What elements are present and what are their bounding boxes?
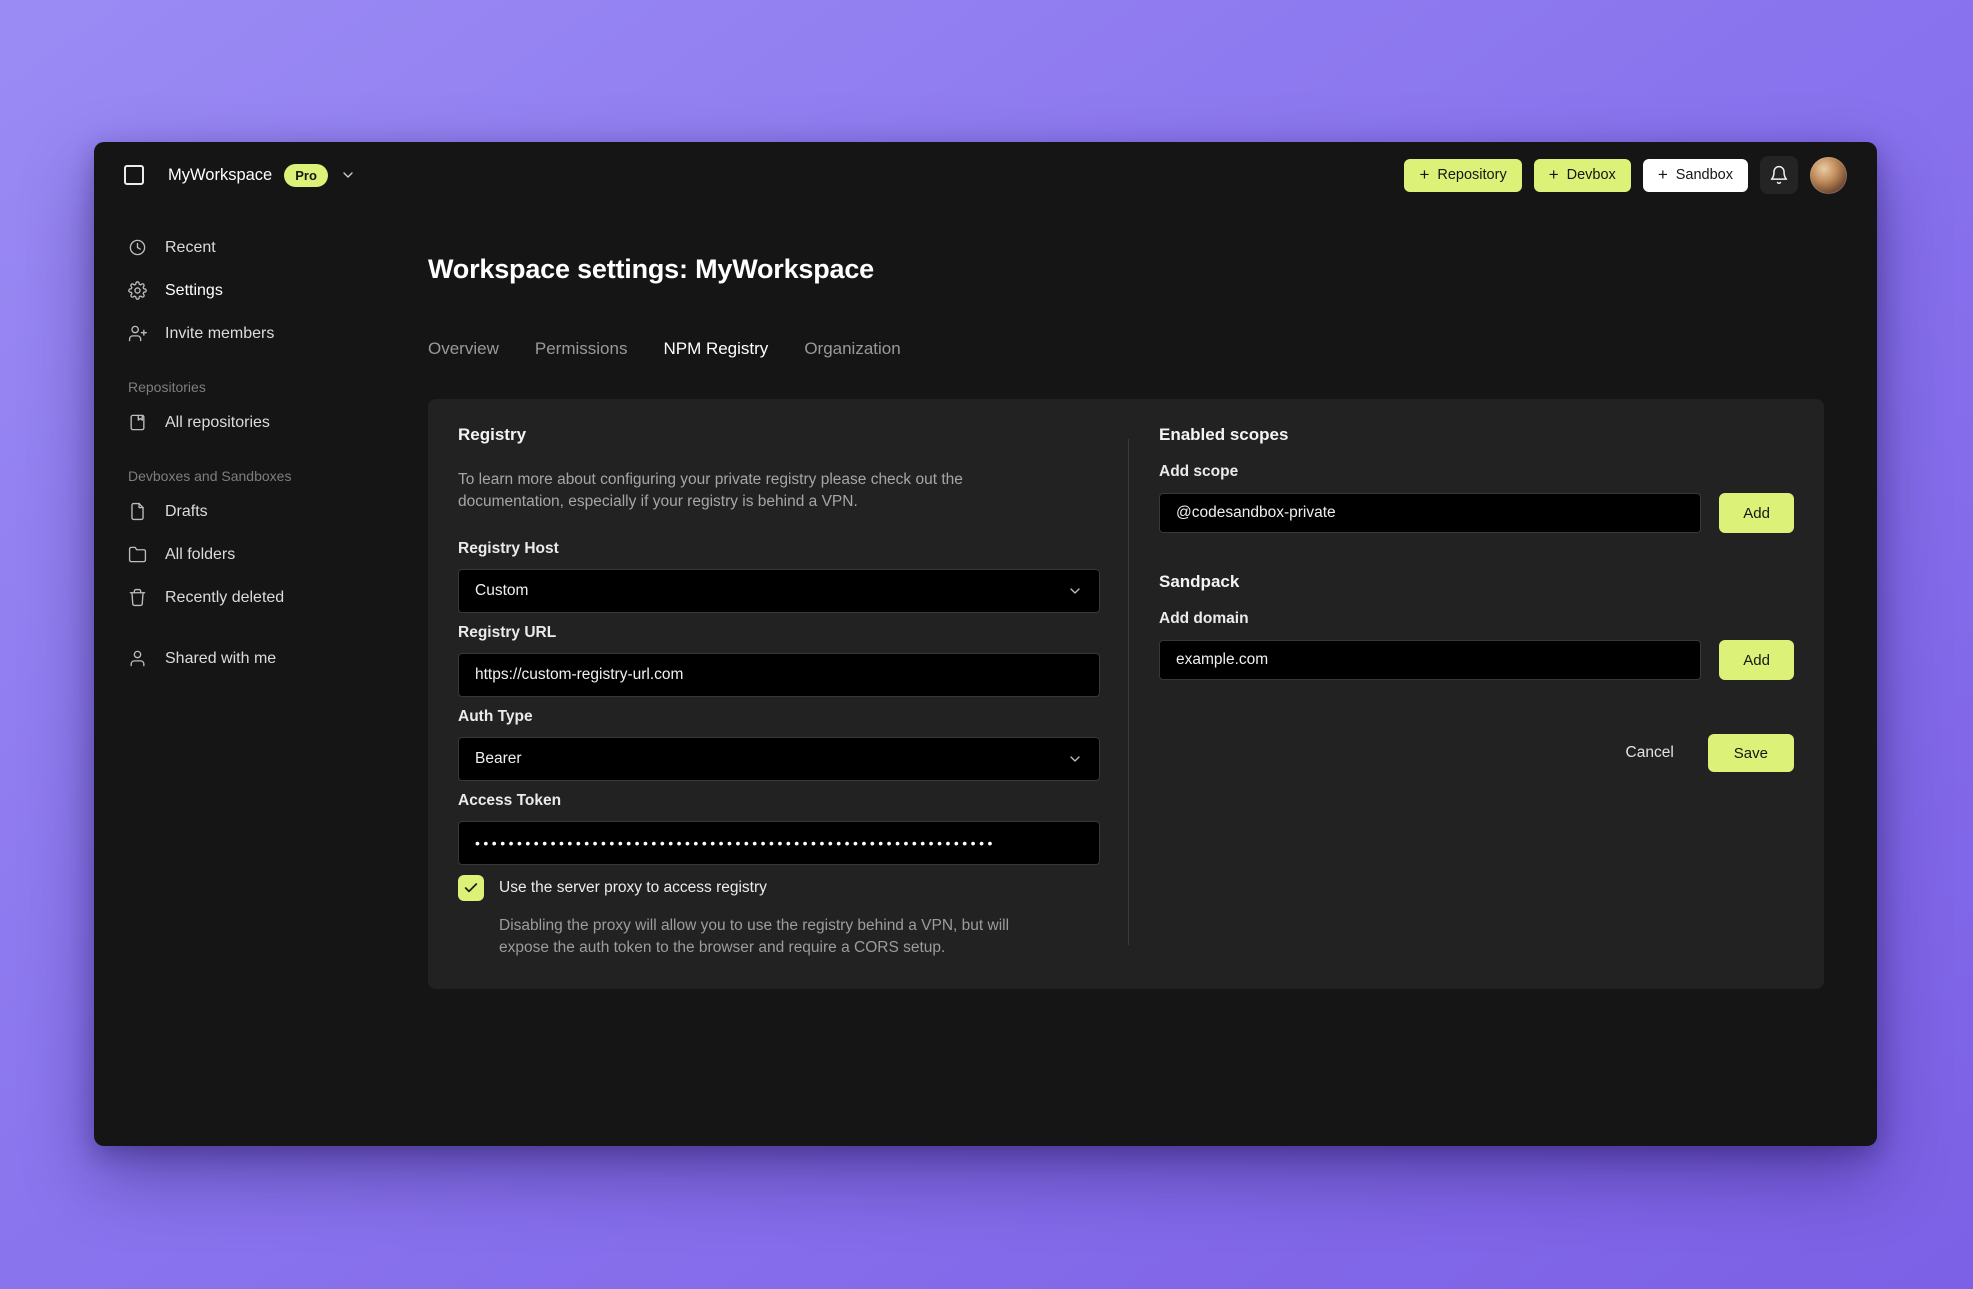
add-scope-input[interactable] bbox=[1159, 493, 1702, 533]
user-plus-icon bbox=[128, 324, 147, 343]
sidebar-item-shared-with-me[interactable]: Shared with me bbox=[128, 637, 394, 680]
app-window: MyWorkspace Pro + Repository + Devbox + … bbox=[94, 142, 1877, 1146]
plus-icon: + bbox=[1548, 165, 1559, 184]
new-sandbox-button[interactable]: + Sandbox bbox=[1642, 158, 1748, 192]
sidebar-item-drafts[interactable]: Drafts bbox=[128, 490, 394, 533]
new-devbox-button[interactable]: + Devbox bbox=[1533, 158, 1631, 192]
file-icon bbox=[128, 502, 147, 521]
add-scope-button[interactable]: Add bbox=[1719, 493, 1794, 533]
clock-icon bbox=[128, 238, 147, 257]
registry-host-value: Custom bbox=[475, 582, 529, 599]
column-divider bbox=[1128, 439, 1129, 945]
proxy-checkbox-row[interactable]: Use the server proxy to access registry bbox=[458, 875, 1100, 901]
access-token-input[interactable] bbox=[458, 821, 1100, 865]
user-icon bbox=[128, 649, 147, 668]
add-domain-input[interactable] bbox=[1159, 640, 1702, 680]
trash-icon bbox=[128, 588, 147, 607]
sidebar-item-label: Recent bbox=[165, 238, 216, 256]
user-avatar[interactable] bbox=[1810, 156, 1847, 194]
add-domain-label: Add domain bbox=[1159, 610, 1249, 627]
registry-url-label: Registry URL bbox=[458, 624, 557, 641]
registry-host-select[interactable]: Custom bbox=[458, 569, 1100, 613]
form-footer: Cancel Save bbox=[1159, 734, 1794, 772]
bell-icon bbox=[1769, 165, 1789, 185]
proxy-checkbox-label: Use the server proxy to access registry bbox=[499, 879, 767, 896]
tab-organization[interactable]: Organization bbox=[804, 339, 900, 359]
proxy-description: Disabling the proxy will allow you to us… bbox=[499, 917, 1010, 956]
tab-permissions[interactable]: Permissions bbox=[535, 339, 628, 359]
workspace-logo-icon bbox=[124, 165, 144, 185]
sidebar-item-label: All repositories bbox=[165, 413, 270, 431]
new-repository-button[interactable]: + Repository bbox=[1404, 158, 1522, 192]
chevron-down-icon bbox=[1067, 751, 1083, 767]
access-token-label: Access Token bbox=[458, 792, 562, 809]
registry-url-input[interactable] bbox=[458, 653, 1100, 697]
tab-npm-registry[interactable]: NPM Registry bbox=[663, 339, 768, 359]
auth-type-select[interactable]: Bearer bbox=[458, 737, 1100, 781]
plan-badge: Pro bbox=[284, 163, 328, 187]
sidebar-item-label: All folders bbox=[165, 545, 236, 563]
main-content: Workspace settings: MyWorkspace Overview… bbox=[428, 208, 1877, 1146]
sidebar-item-all-repositories[interactable]: All repositories bbox=[128, 401, 394, 444]
check-icon bbox=[463, 880, 479, 896]
folder-icon bbox=[128, 545, 147, 564]
sidebar-item-all-folders[interactable]: All folders bbox=[128, 533, 394, 576]
sidebar-item-label: Drafts bbox=[165, 502, 208, 520]
sidebar-item-label: Recently deleted bbox=[165, 588, 285, 606]
sidebar-item-label: Settings bbox=[165, 281, 223, 299]
save-button[interactable]: Save bbox=[1707, 734, 1794, 772]
new-devbox-label: Devbox bbox=[1566, 167, 1616, 183]
new-sandbox-label: Sandbox bbox=[1675, 167, 1733, 183]
workspace-switcher[interactable]: MyWorkspace Pro bbox=[124, 163, 356, 187]
sidebar-item-invite-members[interactable]: Invite members bbox=[128, 312, 394, 355]
sidebar-item-recently-deleted[interactable]: Recently deleted bbox=[128, 576, 394, 619]
scopes-column: Enabled scopes Add scope Add Sandpack Ad… bbox=[1159, 425, 1794, 989]
sidebar-item-label: Invite members bbox=[165, 324, 275, 342]
registry-column: Registry To learn more about configuring… bbox=[458, 425, 1100, 989]
repository-icon bbox=[128, 413, 147, 432]
registry-title: Registry bbox=[458, 425, 527, 444]
settings-tabs: Overview Permissions NPM Registry Organi… bbox=[428, 339, 1877, 359]
add-domain-button[interactable]: Add bbox=[1719, 640, 1794, 680]
plus-icon: + bbox=[1657, 165, 1668, 184]
notifications-button[interactable] bbox=[1760, 156, 1798, 194]
sidebar-item-settings[interactable]: Settings bbox=[128, 269, 394, 312]
auth-type-value: Bearer bbox=[475, 750, 522, 767]
topbar: MyWorkspace Pro + Repository + Devbox + … bbox=[94, 142, 1877, 208]
chevron-down-icon bbox=[1067, 583, 1083, 599]
workspace-name: MyWorkspace bbox=[168, 165, 273, 184]
cancel-button[interactable]: Cancel bbox=[1622, 738, 1678, 768]
sidebar-item-recent[interactable]: Recent bbox=[128, 226, 394, 269]
plus-icon: + bbox=[1419, 165, 1430, 184]
registry-description: To learn more about configuring your pri… bbox=[458, 471, 963, 510]
tab-overview[interactable]: Overview bbox=[428, 339, 499, 359]
add-scope-row: Add bbox=[1159, 493, 1794, 533]
sidebar-item-label: Shared with me bbox=[165, 649, 277, 667]
chevron-down-icon bbox=[340, 167, 356, 183]
npm-registry-panel: Registry To learn more about configuring… bbox=[428, 399, 1824, 989]
sandpack-title: Sandpack bbox=[1159, 572, 1240, 591]
sidebar-section-repositories: Repositories bbox=[128, 379, 206, 395]
enabled-scopes-title: Enabled scopes bbox=[1159, 425, 1289, 444]
new-repository-label: Repository bbox=[1437, 167, 1507, 183]
page-title: Workspace settings: MyWorkspace bbox=[428, 254, 874, 284]
gear-icon bbox=[128, 281, 147, 300]
topbar-actions: + Repository + Devbox + Sandbox bbox=[1404, 156, 1847, 194]
add-domain-row: Add bbox=[1159, 640, 1794, 680]
sidebar-section-devboxes: Devboxes and Sandboxes bbox=[128, 468, 292, 484]
registry-host-label: Registry Host bbox=[458, 540, 559, 557]
proxy-checkbox[interactable] bbox=[458, 875, 484, 901]
add-scope-label: Add scope bbox=[1159, 463, 1239, 480]
sidebar: Recent Settings Invite members Repositor… bbox=[94, 208, 428, 1146]
auth-type-label: Auth Type bbox=[458, 708, 533, 725]
